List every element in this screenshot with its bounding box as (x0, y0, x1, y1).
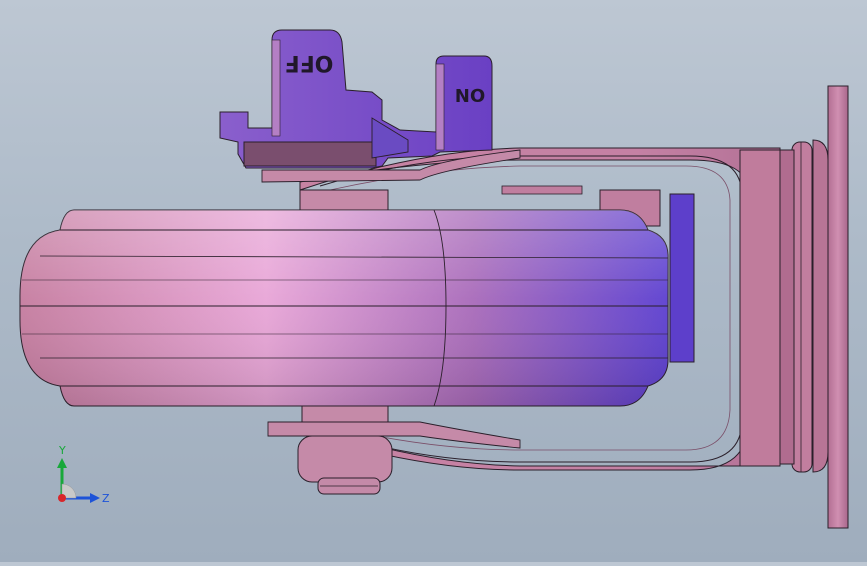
caster-model[interactable]: OFF ON (0, 0, 867, 562)
axle-bottom[interactable] (297, 403, 393, 495)
x-axis-dot (58, 494, 66, 502)
off-tab-label: OFF (285, 50, 334, 75)
y-axis-label: Y (58, 444, 66, 457)
brake-lock[interactable]: OFF ON (219, 29, 493, 169)
axle-top[interactable] (299, 189, 389, 213)
on-tab-label: ON (455, 84, 485, 105)
z-axis-label: Z (102, 492, 110, 505)
wheel[interactable] (19, 209, 669, 407)
view-triad: Y Z (57, 444, 110, 505)
mount-plate[interactable] (777, 85, 849, 529)
graphics-viewport[interactable]: OFF ON (0, 0, 867, 562)
